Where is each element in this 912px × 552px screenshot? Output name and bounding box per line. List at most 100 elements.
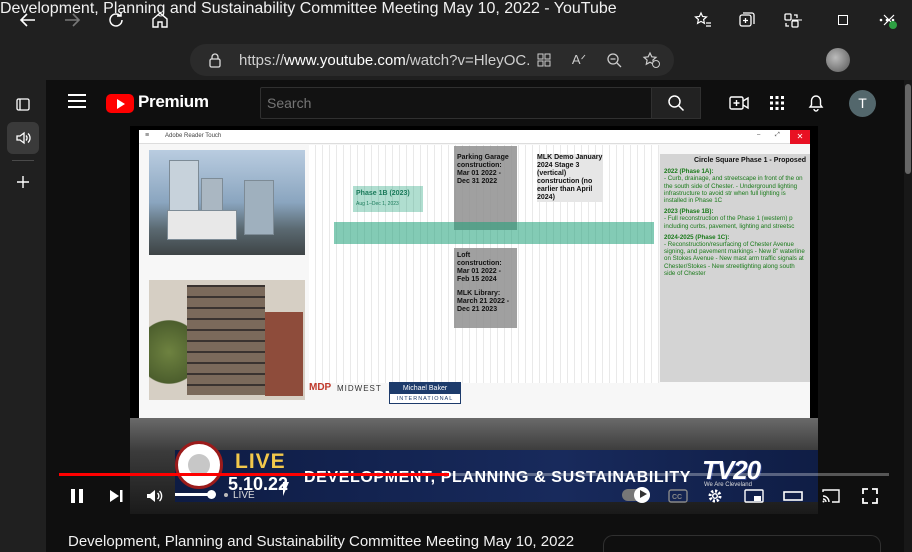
video-title: Development, Planning and Sustainability… <box>68 533 575 550</box>
midwest-logo-text: MIDWEST <box>337 384 382 393</box>
cast-icon <box>822 489 840 503</box>
legend-1c-text: - Reconstruction/resurfacing of Chester … <box>664 241 805 277</box>
volume-icon <box>147 490 163 502</box>
sidebar-divider <box>12 160 34 161</box>
scrollbar-thumb[interactable] <box>905 84 911 174</box>
search-input[interactable] <box>260 87 652 119</box>
play-small-icon <box>640 490 647 498</box>
url-text[interactable]: https://www.youtube.com/watch?v=HleyOC..… <box>239 52 529 69</box>
slide-viewer-bar: ≡ Adobe Reader Touch – ⤢ ✕ <box>139 130 810 144</box>
read-aloud-icon: Aᐟ <box>571 52 587 67</box>
forward-button[interactable] <box>56 4 88 36</box>
mlk-demo-note: MLK Demo January 2024 Stage 3 (vertical)… <box>537 154 603 202</box>
legend-1a-head: 2022 (Phase 1A): <box>664 168 714 176</box>
favorites-icon <box>694 11 711 27</box>
lock-icon <box>209 53 221 68</box>
mdp-logo: MDP <box>309 382 332 393</box>
window-title: Development, Planning and Sustainability… <box>0 0 617 17</box>
baker-subtitle: INTERNATIONAL <box>396 396 454 402</box>
maximize-icon <box>838 15 848 25</box>
volume-slider-handle[interactable] <box>207 490 216 499</box>
add-sidebar-button[interactable] <box>7 166 39 198</box>
arrow-right-icon <box>65 13 81 27</box>
star-add-icon <box>642 51 660 68</box>
search-button[interactable] <box>651 87 701 119</box>
phase-1b-dates: Aug 1–Dec 1, 2023 <box>356 201 399 207</box>
menu-icon[interactable] <box>68 94 86 112</box>
svg-text:CC: CC <box>672 494 682 501</box>
live-label: LIVE <box>235 450 286 473</box>
maximize-button[interactable] <box>820 6 866 34</box>
committee-name: DEVELOPMENT, PLANNING & SUSTAINABILITY <box>304 469 691 486</box>
parking-garage-note: Parking Garage construction: Mar 01 2022… <box>457 154 509 185</box>
side-panel <box>603 535 881 552</box>
video-add-icon <box>729 96 749 110</box>
read-aloud-sidebar-button[interactable] <box>7 122 39 154</box>
favorites-button[interactable] <box>687 4 719 36</box>
loft-note: Loft construction: Mar 01 2022 - Feb 15 … <box>457 252 502 283</box>
apps-grid-icon <box>537 53 551 67</box>
tabs-icon <box>16 98 30 111</box>
tab-actions-button[interactable] <box>7 88 39 120</box>
next-button[interactable] <box>105 485 127 507</box>
viewer-menu-icon: ≡ <box>145 132 150 139</box>
phase-legend: Circle Square Phase 1 - Proposed 2022 (P… <box>660 154 810 382</box>
progress-bar[interactable] <box>59 473 889 476</box>
profile-avatar[interactable] <box>826 48 850 72</box>
pause-button[interactable] <box>66 485 88 507</box>
app-available-button[interactable] <box>528 44 560 76</box>
pause-icon <box>71 489 83 503</box>
gear-icon <box>708 489 722 503</box>
fullscreen-button[interactable] <box>859 485 881 507</box>
zoom-button[interactable] <box>598 44 630 76</box>
collections-button[interactable] <box>731 4 763 36</box>
refresh-button[interactable] <box>100 4 132 36</box>
apps-button[interactable] <box>765 91 789 115</box>
legend-title: Circle Square Phase 1 - Proposed <box>693 157 806 164</box>
theater-mode-button[interactable] <box>782 485 804 507</box>
url-scheme: https:// <box>239 52 285 69</box>
page-scrollbar[interactable] <box>904 80 912 552</box>
fullscreen-icon <box>862 488 878 504</box>
live-indicator[interactable]: LIVE <box>233 490 255 501</box>
theater-icon <box>783 491 803 501</box>
home-button[interactable] <box>144 4 176 36</box>
progress-fill <box>59 473 450 476</box>
miniplayer-icon <box>744 489 764 503</box>
youtube-logo-icon[interactable] <box>106 94 134 113</box>
settings-button[interactable] <box>704 485 726 507</box>
viewer-close-icon: ✕ <box>790 130 810 144</box>
collections-icon <box>739 12 755 27</box>
baker-name: Michael Baker <box>390 383 460 394</box>
rendering-photo-midrise <box>149 280 305 400</box>
miniplayer-button[interactable] <box>743 485 765 507</box>
viewer-app-name: Adobe Reader Touch <box>165 133 222 139</box>
cast-button[interactable] <box>820 485 842 507</box>
url-host: www.youtube.com <box>284 52 406 69</box>
search-icon <box>668 95 685 112</box>
mlk-library-note: MLK Library: March 21 2022 - Dec 21 2023 <box>457 290 510 313</box>
account-avatar[interactable]: T <box>849 90 876 117</box>
legend-1b-head: 2023 (Phase 1B): <box>664 208 714 216</box>
mouse-cursor-icon <box>283 482 289 496</box>
zoom-out-icon <box>607 53 622 68</box>
captions-icon: CC <box>668 489 688 503</box>
legend-1a-text: - Curb, drainage, and streetscape in fro… <box>664 175 803 205</box>
plus-icon <box>17 176 29 188</box>
read-aloud-button[interactable]: Aᐟ <box>563 44 595 76</box>
viewer-expand-icon: ⤢ <box>775 132 780 138</box>
notifications-button[interactable] <box>804 91 828 115</box>
youtube-premium-logo[interactable]: Premium <box>138 92 209 112</box>
captions-button[interactable]: CC <box>667 485 689 507</box>
back-button[interactable] <box>12 4 44 36</box>
mute-button[interactable] <box>143 485 165 507</box>
extensions-button[interactable] <box>775 4 807 36</box>
legend-1b-text: - Full reconstruction of the Phase 1 (we… <box>664 215 795 230</box>
create-button[interactable] <box>727 91 751 115</box>
rendering-photo-tower <box>149 150 305 255</box>
add-favorite-button[interactable] <box>635 44 667 76</box>
url-path: /watch?v=HleyOC... <box>405 52 529 69</box>
settings-more-button[interactable] <box>871 4 903 36</box>
legend-1c-head: 2024-2025 (Phase 1C): <box>664 233 730 241</box>
michael-baker-logo: Michael Baker INTERNATIONAL <box>389 382 461 404</box>
